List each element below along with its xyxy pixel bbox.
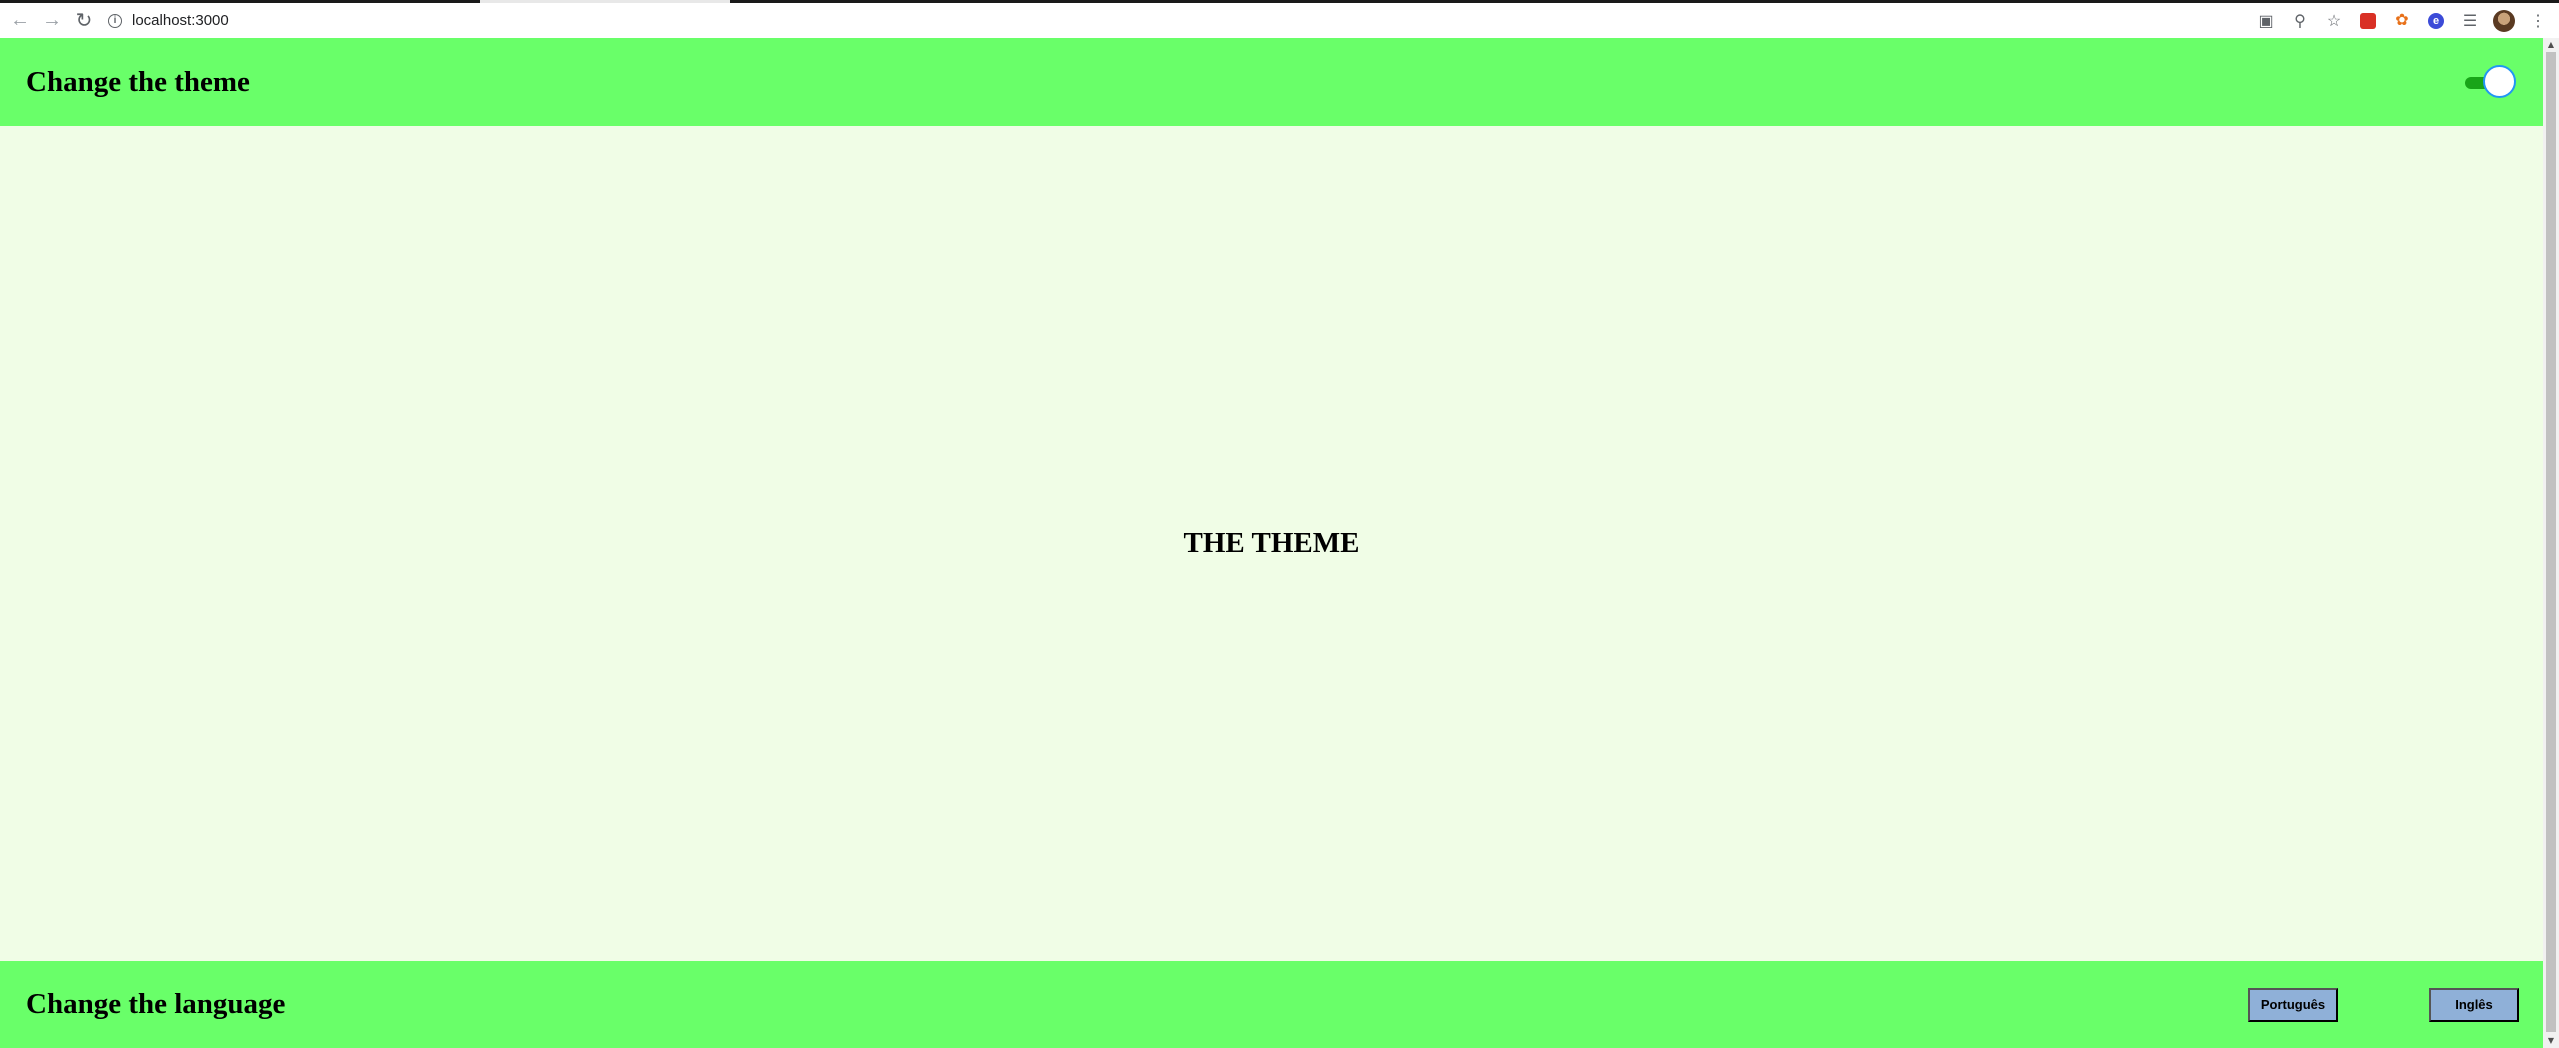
more-menu-icon[interactable]: ⋮ — [2525, 8, 2551, 34]
scrollbar[interactable]: ▲ ▼ — [2543, 38, 2559, 1048]
browser-toolbar: ← → ↻ i localhost:3000 ▣ ⚲ ☆ ✿ e ☰ ⋮ — [0, 0, 2559, 38]
theme-toggle[interactable] — [2461, 64, 2519, 100]
portuguese-button[interactable]: Português — [2248, 987, 2338, 1022]
main-content: THE THEME — [0, 126, 2543, 961]
translate-icon[interactable]: ▣ — [2253, 8, 2279, 34]
reload-icon[interactable]: ↻ — [68, 5, 100, 37]
toggle-knob — [2483, 65, 2516, 98]
main-heading: THE THEME — [1183, 527, 1360, 559]
language-footer: Change the language Português Inglês — [0, 961, 2543, 1048]
url-text[interactable]: localhost:3000 — [132, 12, 229, 29]
language-buttons: Português Inglês — [2248, 987, 2519, 1022]
extension-orange-icon[interactable]: ✿ — [2389, 8, 2415, 34]
extension-red-icon[interactable] — [2355, 8, 2381, 34]
forward-arrow-icon[interactable]: → — [36, 5, 68, 37]
header-title: Change the theme — [26, 65, 250, 98]
address-bar[interactable]: i localhost:3000 — [108, 6, 2253, 36]
page: Change the theme THE THEME Change the la… — [0, 38, 2543, 1048]
theme-header: Change the theme — [0, 38, 2543, 126]
scroll-down-icon[interactable]: ▼ — [2543, 1034, 2559, 1048]
zoom-icon[interactable]: ⚲ — [2287, 8, 2313, 34]
browser-actions: ▣ ⚲ ☆ ✿ e ☰ ⋮ — [2253, 8, 2551, 34]
english-button[interactable]: Inglês — [2429, 987, 2519, 1022]
star-icon[interactable]: ☆ — [2321, 8, 2347, 34]
info-icon[interactable]: i — [108, 13, 122, 28]
back-arrow-icon[interactable]: ← — [4, 5, 36, 37]
footer-title: Change the language — [26, 988, 286, 1020]
scroll-up-icon[interactable]: ▲ — [2543, 38, 2559, 52]
active-tab-indicator — [480, 0, 730, 3]
avatar[interactable] — [2491, 8, 2517, 34]
media-icon[interactable]: ☰ — [2457, 8, 2483, 34]
extension-blue-icon[interactable]: e — [2423, 8, 2449, 34]
scroll-thumb[interactable] — [2546, 52, 2556, 1032]
